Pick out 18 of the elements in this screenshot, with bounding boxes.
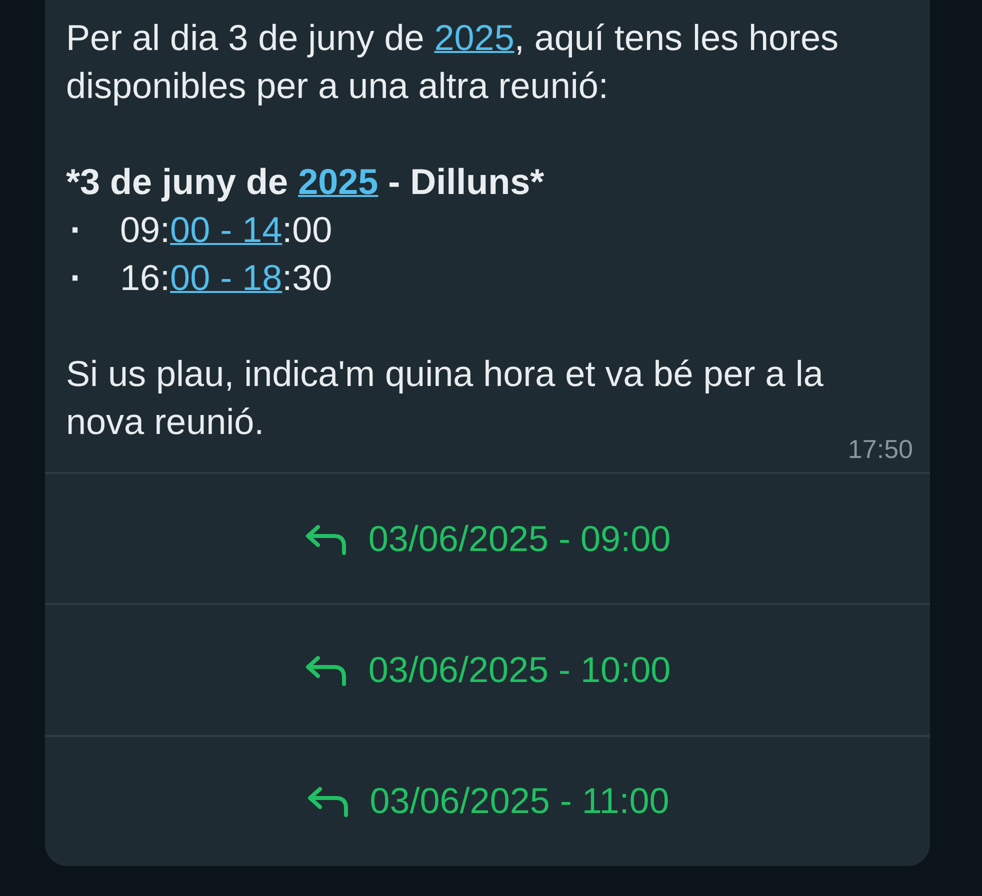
reply-icon bbox=[304, 522, 348, 555]
message-time: 17:50 bbox=[848, 434, 913, 466]
bullet: · bbox=[69, 256, 83, 300]
reply-icon bbox=[304, 654, 348, 686]
quick-reply-button[interactable]: 03/06/2025 - 10:00 bbox=[45, 603, 930, 735]
bullet: · bbox=[69, 208, 83, 252]
quick-reply-button[interactable]: 03/06/2025 - 09:00 bbox=[45, 472, 930, 604]
reply-icon bbox=[306, 785, 350, 818]
time-slot: 16:00 - 18:30 bbox=[120, 254, 332, 302]
link[interactable]: 2025 bbox=[434, 17, 514, 58]
message-text: Si us plau, indica'm quina hora et va bé per a la nova reunió. bbox=[66, 352, 824, 444]
message-text: Per al dia 3 de juny de 2025, aquí tens les hores disponibles per a una altra reunió: bbox=[66, 16, 840, 108]
link[interactable]: 2025 bbox=[298, 161, 378, 202]
time-slot: 09:00 - 14:00 bbox=[120, 206, 332, 254]
quick-reply-button[interactable]: 03/06/2025 - 11:00 bbox=[45, 734, 930, 866]
date-heading: *3 de juny de 2025 - Dilluns* bbox=[66, 160, 546, 204]
link[interactable]: 00 - 18 bbox=[170, 257, 282, 298]
link[interactable]: 00 - 14 bbox=[170, 209, 282, 250]
